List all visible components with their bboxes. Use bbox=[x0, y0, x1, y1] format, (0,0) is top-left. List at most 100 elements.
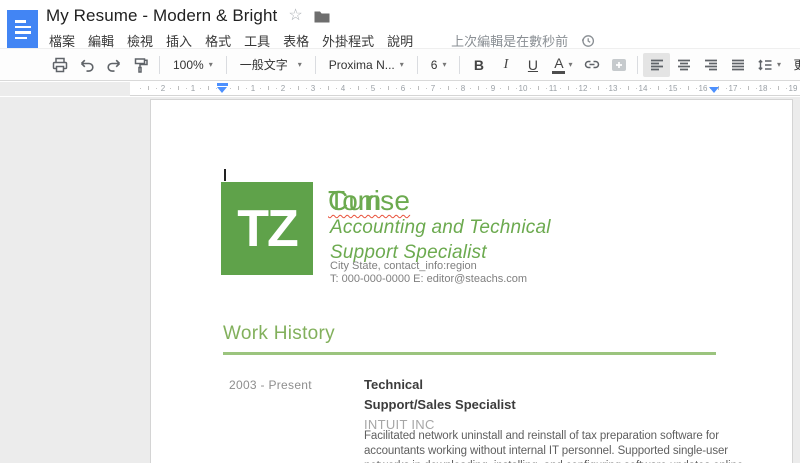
italic-button[interactable]: I bbox=[492, 53, 519, 77]
ruler-tick bbox=[246, 88, 247, 89]
underline-label: U bbox=[528, 58, 538, 72]
monogram-text: TZ bbox=[237, 199, 297, 259]
ruler-tick bbox=[140, 88, 141, 89]
styles-value: 一般文字 bbox=[240, 56, 288, 73]
ruler-tick bbox=[418, 86, 419, 90]
undo-button[interactable] bbox=[73, 53, 100, 77]
section-title-work-history[interactable]: Work History bbox=[223, 323, 335, 345]
ruler-tick bbox=[590, 88, 591, 89]
toolbar: 100% ▾ 一般文字 ▾ Proxima N... ▾ 6 ▾ B I U bbox=[0, 48, 800, 81]
monogram-logo[interactable]: TZ bbox=[221, 182, 313, 275]
ruler-tick bbox=[546, 88, 547, 89]
ruler-tick bbox=[148, 86, 149, 90]
ruler[interactable]: 1234567891011121314151617181912 bbox=[0, 82, 800, 96]
ruler-number: 8 bbox=[461, 84, 465, 93]
folder-icon[interactable] bbox=[314, 10, 330, 23]
resume-subtitle-line1[interactable]: Accounting and Technical bbox=[330, 217, 551, 239]
ruler-tick bbox=[666, 88, 667, 89]
entry-description-line1[interactable]: Facilitated network uninstall and reinst… bbox=[364, 430, 719, 442]
align-center-button[interactable] bbox=[670, 53, 697, 77]
styles-select[interactable]: 一般文字 ▾ bbox=[232, 53, 310, 77]
ruler-tick bbox=[576, 88, 577, 89]
ruler-tick bbox=[268, 86, 269, 90]
ruler-tick bbox=[516, 88, 517, 89]
zoom-select[interactable]: 100% ▾ bbox=[165, 53, 221, 77]
ruler-number: 16 bbox=[699, 84, 708, 93]
google-docs-app: My Resume - Modern & Bright ☆ 檔案 編輯 檢視 插… bbox=[0, 0, 800, 463]
ruler-number: 15 bbox=[669, 84, 678, 93]
indent-marker-right[interactable] bbox=[709, 86, 719, 93]
ruler-tick bbox=[500, 88, 501, 89]
entry-description-line2[interactable]: accountants working without internal IT … bbox=[364, 445, 728, 457]
entry-role-line1[interactable]: Technical bbox=[364, 377, 423, 392]
entry-dates[interactable]: 2003 - Present bbox=[229, 378, 312, 392]
ruler-number: 13 bbox=[609, 84, 618, 93]
titlebar: My Resume - Modern & Bright ☆ 檔案 編輯 檢視 插… bbox=[0, 0, 800, 48]
ruler-tick bbox=[538, 86, 539, 90]
contact-phone-email[interactable]: T: 000-000-0000 E: editor@steachs.com bbox=[330, 273, 527, 285]
ruler-tick bbox=[366, 88, 367, 89]
ruler-tick bbox=[636, 88, 637, 89]
ruler-tick bbox=[530, 88, 531, 89]
indent-marker-left[interactable] bbox=[217, 83, 228, 93]
ruler-tick bbox=[568, 86, 569, 90]
font-size-value: 6 bbox=[431, 58, 438, 72]
ruler-tick bbox=[290, 88, 291, 89]
bold-button[interactable]: B bbox=[465, 53, 492, 77]
ruler-tick bbox=[320, 88, 321, 89]
document-title[interactable]: My Resume - Modern & Bright bbox=[46, 6, 277, 26]
font-select[interactable]: Proxima N... ▾ bbox=[321, 53, 412, 77]
ruler-tick bbox=[696, 88, 697, 89]
ruler-tick bbox=[478, 86, 479, 90]
align-left-button[interactable] bbox=[643, 53, 670, 77]
ruler-tick bbox=[358, 86, 359, 90]
title-row: My Resume - Modern & Bright ☆ bbox=[46, 6, 330, 26]
underline-button[interactable]: U bbox=[519, 53, 546, 77]
line-spacing-button[interactable]: ▾ bbox=[751, 53, 785, 77]
ruler-number: 12 bbox=[579, 84, 588, 93]
contact-location[interactable]: City State, contact_info:region bbox=[330, 260, 477, 272]
chevron-down-icon: ▾ bbox=[400, 60, 404, 69]
ruler-tick bbox=[740, 88, 741, 89]
chevron-down-icon: ▾ bbox=[298, 60, 302, 69]
ruler-tick bbox=[770, 88, 771, 89]
ruler-tick bbox=[170, 88, 171, 89]
ruler-tick bbox=[628, 86, 629, 90]
ruler-number: 14 bbox=[639, 84, 648, 93]
insert-image-button[interactable] bbox=[605, 53, 632, 77]
align-right-button[interactable] bbox=[697, 53, 724, 77]
entry-role-line2[interactable]: Support/Sales Specialist bbox=[364, 397, 516, 412]
ruler-tick bbox=[410, 88, 411, 89]
print-button[interactable] bbox=[46, 53, 73, 77]
bold-label: B bbox=[474, 58, 484, 72]
redo-button[interactable] bbox=[100, 53, 127, 77]
ruler-tick bbox=[778, 86, 779, 90]
paint-format-button[interactable] bbox=[127, 53, 154, 77]
ruler-tick bbox=[620, 88, 621, 89]
star-icon[interactable]: ☆ bbox=[288, 8, 302, 24]
revision-history-icon[interactable] bbox=[581, 34, 595, 48]
text-color-button[interactable]: A ▾ bbox=[546, 53, 578, 77]
document-canvas: TZ Tom Curise Accounting and Technical S… bbox=[0, 97, 800, 463]
more-options-button[interactable]: 更多選項 ▾ bbox=[785, 53, 800, 77]
ruler-tick bbox=[350, 88, 351, 89]
ruler-tick bbox=[426, 88, 427, 89]
ruler-tick bbox=[208, 86, 209, 90]
zoom-value: 100% bbox=[173, 58, 204, 72]
insert-link-button[interactable] bbox=[578, 53, 605, 77]
align-justify-button[interactable] bbox=[724, 53, 751, 77]
ruler-tick bbox=[440, 88, 441, 89]
ruler-number: 2 bbox=[161, 84, 165, 93]
section-divider bbox=[223, 352, 716, 355]
ruler-tick bbox=[688, 86, 689, 90]
ruler-number: 10 bbox=[519, 84, 528, 93]
ruler-tick bbox=[470, 88, 471, 89]
ruler-number: 4 bbox=[341, 84, 345, 93]
ruler-tick bbox=[260, 88, 261, 89]
docs-home-icon[interactable] bbox=[7, 10, 38, 48]
ruler-tick bbox=[598, 86, 599, 90]
ruler-tick bbox=[388, 86, 389, 90]
document-page[interactable]: TZ Tom Curise Accounting and Technical S… bbox=[150, 99, 793, 463]
font-size-select[interactable]: 6 ▾ bbox=[423, 53, 455, 77]
ruler-tick bbox=[680, 88, 681, 89]
